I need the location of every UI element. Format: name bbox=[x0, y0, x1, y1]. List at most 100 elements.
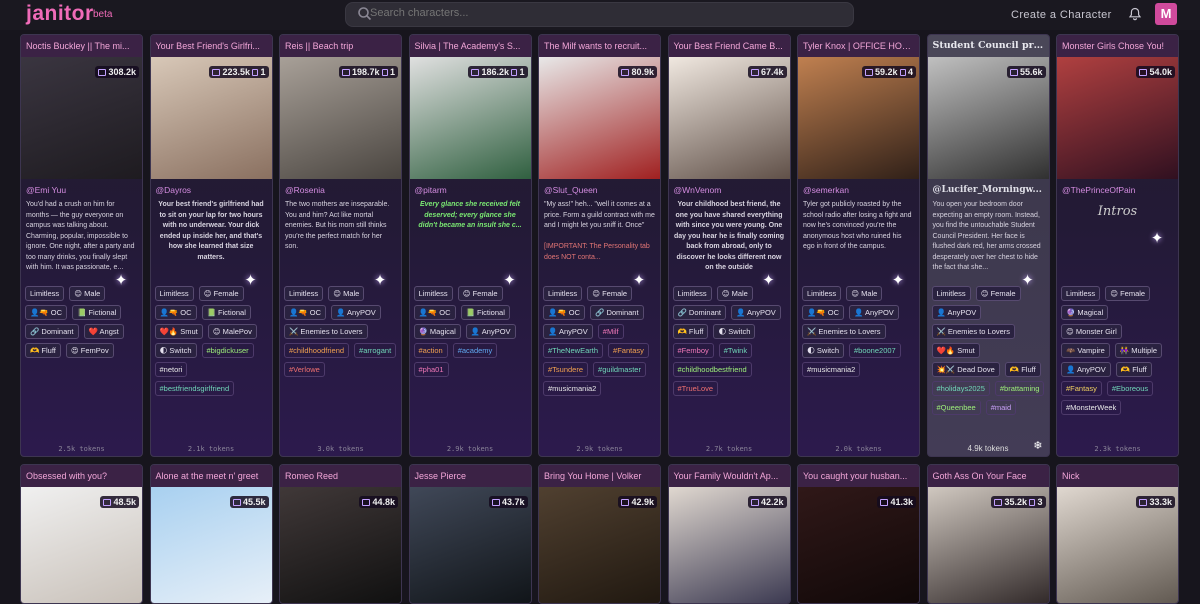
hashtag[interactable]: #action bbox=[413, 343, 448, 358]
character-image[interactable]: 35.2k 3 bbox=[927, 487, 1049, 603]
character-card[interactable]: Your Family Wouldn't Ap... 42.2k bbox=[667, 464, 791, 604]
tag[interactable]: 📗 Fictional bbox=[72, 305, 122, 320]
card-title[interactable]: Romeo Reed bbox=[280, 465, 401, 487]
tag[interactable]: Limitless bbox=[284, 286, 324, 301]
character-image[interactable]: 198.7k 1 bbox=[280, 57, 401, 179]
tag[interactable]: ⚔️ Enemies to Lovers bbox=[284, 324, 368, 339]
hashtag[interactable]: #pha01 bbox=[413, 362, 449, 377]
tag[interactable]: 😊 Male bbox=[328, 286, 365, 301]
character-card[interactable]: Your Best Friend's Girlfri... 223.5k 1 @Da… bbox=[149, 34, 273, 457]
hashtag[interactable]: #Fantasy bbox=[608, 343, 649, 358]
tag[interactable]: 😊 Female bbox=[587, 286, 633, 301]
tag[interactable]: 👤 AnyPOV bbox=[731, 305, 781, 320]
card-title[interactable]: Your Best Friend Came B... bbox=[668, 35, 790, 57]
card-title[interactable]: Tyler Knox | OFFICE HOURS bbox=[798, 35, 919, 57]
hashtag[interactable]: #Twink bbox=[718, 343, 753, 358]
card-title[interactable]: Alone at the meet n' greet bbox=[150, 465, 272, 487]
character-image[interactable]: 67.4k bbox=[668, 57, 790, 179]
card-title[interactable]: Silvia | The Academy's S... bbox=[409, 35, 531, 57]
character-card[interactable]: Silvia | The Academy's S... 186.2k 1 @pita… bbox=[408, 34, 532, 457]
tag[interactable]: Limitless bbox=[543, 286, 583, 301]
character-card[interactable]: Bring You Home | Volker 42.9k bbox=[538, 464, 661, 604]
tag[interactable]: 👤🔫 OC bbox=[543, 305, 586, 320]
bell-icon[interactable] bbox=[1128, 7, 1142, 21]
creator-name[interactable]: @ThePrinceOfPain bbox=[1057, 179, 1178, 198]
character-image[interactable]: 80.9k bbox=[539, 57, 660, 179]
tag[interactable]: 👤🔫 OC bbox=[413, 305, 456, 320]
tag[interactable]: 👤🔫 OC bbox=[154, 305, 197, 320]
hashtag[interactable]: #musicmania2 bbox=[543, 381, 602, 396]
card-title[interactable]: The Milf wants to recruit... bbox=[539, 35, 660, 57]
card-title[interactable]: Your Family Wouldn't Ap... bbox=[668, 465, 790, 487]
tag[interactable]: 🌓 Switch bbox=[713, 324, 756, 339]
tag[interactable]: 👤 AnyPOV bbox=[465, 324, 516, 339]
creator-name[interactable]: @Rosenia bbox=[280, 179, 401, 198]
creator-name[interactable]: @pitarm bbox=[410, 179, 531, 198]
character-card[interactable]: Tyler Knox | OFFICE HOURS 59.2k 4 @semerka… bbox=[797, 34, 920, 457]
tag[interactable]: 🌓 Switch bbox=[154, 343, 197, 358]
character-image[interactable]: 48.5k bbox=[21, 487, 142, 603]
search-input[interactable] bbox=[370, 7, 830, 19]
tag[interactable]: ❤️🔥 Smut bbox=[931, 343, 980, 358]
hashtag[interactable]: #childhoodfriend bbox=[284, 343, 350, 358]
hashtag[interactable]: #Femboy bbox=[672, 343, 714, 358]
character-image[interactable]: 59.2k 4 bbox=[798, 57, 919, 179]
tag[interactable]: 🌓 Switch bbox=[802, 343, 844, 358]
card-title[interactable]: Bring You Home | Volker bbox=[539, 465, 660, 487]
character-image[interactable]: 42.2k bbox=[668, 487, 790, 603]
hashtag[interactable]: #guildmaster bbox=[593, 362, 646, 377]
hashtag[interactable]: #TheNewEarth bbox=[543, 343, 604, 358]
character-card[interactable]: You caught your husban... 41.3k bbox=[797, 464, 920, 604]
tag[interactable]: 🔗 Dominant bbox=[25, 324, 79, 339]
tag[interactable]: Limitless bbox=[413, 286, 453, 301]
tag[interactable]: Limitless bbox=[802, 286, 842, 301]
tag[interactable]: 😊 Male bbox=[716, 286, 753, 301]
tag[interactable]: 📗 Fictional bbox=[201, 305, 251, 320]
hashtag[interactable]: #Verlowe bbox=[284, 362, 325, 377]
tag[interactable]: 👤 AnyPOV bbox=[543, 324, 593, 339]
tag[interactable]: 🔮 Magical bbox=[413, 324, 461, 339]
character-image[interactable]: 33.3k bbox=[1057, 487, 1178, 603]
hashtag[interactable]: #childhoodbestfriend bbox=[672, 362, 752, 377]
character-card[interactable]: Your Best Friend Came B... 67.4k @WnVenom Y… bbox=[667, 34, 791, 457]
hashtag[interactable]: #academy bbox=[452, 343, 498, 358]
hashtag[interactable]: #bestfriendsgirlfriend bbox=[154, 381, 235, 396]
character-card[interactable]: The Milf wants to recruit... 80.9k @Slut_Q… bbox=[538, 34, 661, 457]
creator-name[interactable]: @Emi Yuu bbox=[21, 179, 142, 198]
tag[interactable]: 🫶 Fluff bbox=[25, 343, 61, 358]
hashtag[interactable]: #musicmania2 bbox=[802, 362, 861, 377]
tag[interactable]: Limitless bbox=[1061, 286, 1101, 301]
card-title[interactable]: Monster Girls Chose You! bbox=[1057, 35, 1178, 57]
hashtag[interactable]: #bigdickuser bbox=[201, 343, 254, 358]
character-card[interactable]: Student Council presi... 55.6k @Lucifer_Mo… bbox=[926, 34, 1050, 457]
tag[interactable]: Limitless bbox=[154, 286, 194, 301]
hashtag[interactable]: #brattaming bbox=[994, 381, 1045, 396]
tag[interactable]: 😊 Male bbox=[69, 286, 106, 301]
tag[interactable]: 👤 AnyPOV bbox=[1061, 362, 1111, 377]
character-card[interactable]: Obsessed with you? 48.5k bbox=[20, 464, 143, 604]
tag[interactable]: 👭 Multiple bbox=[1114, 343, 1163, 358]
hashtag[interactable]: #boone2007 bbox=[849, 343, 901, 358]
character-image[interactable]: 45.5k bbox=[150, 487, 272, 603]
tag[interactable]: Limitless bbox=[25, 286, 65, 301]
tag[interactable]: 🔗 Dominant bbox=[672, 305, 727, 320]
character-image[interactable]: 41.3k bbox=[798, 487, 919, 603]
character-image[interactable]: 44.8k bbox=[280, 487, 401, 603]
character-card[interactable]: Goth Ass On Your Face 35.2k 3 bbox=[926, 464, 1050, 604]
tag[interactable]: Limitless bbox=[672, 286, 712, 301]
tag[interactable]: 😊 Male bbox=[846, 286, 883, 301]
tag[interactable]: ⚔️ Enemies to Lovers bbox=[931, 324, 1016, 339]
hashtag[interactable]: #Milf bbox=[597, 324, 624, 339]
tag[interactable]: ❤️ Angst bbox=[83, 324, 124, 339]
hashtag[interactable]: #Eboreous bbox=[1106, 381, 1154, 396]
tag[interactable]: 👤 AnyPOV bbox=[931, 305, 982, 320]
character-card[interactable]: Reis || Beach trip 198.7k 1 @Rosenia The tw… bbox=[279, 34, 402, 457]
tag[interactable]: 😊 Female bbox=[457, 286, 503, 301]
hashtag[interactable]: #maid bbox=[985, 400, 1017, 415]
character-card[interactable]: Nick 33.3k bbox=[1056, 464, 1179, 604]
hashtag[interactable]: #arrogant bbox=[354, 343, 397, 358]
character-image[interactable]: 42.9k bbox=[539, 487, 660, 603]
character-card[interactable]: Monster Girls Chose You! 54.0k @ThePrinceO… bbox=[1056, 34, 1179, 457]
character-image[interactable]: 55.6k bbox=[927, 57, 1049, 179]
tag[interactable]: 👤 AnyPOV bbox=[849, 305, 899, 320]
